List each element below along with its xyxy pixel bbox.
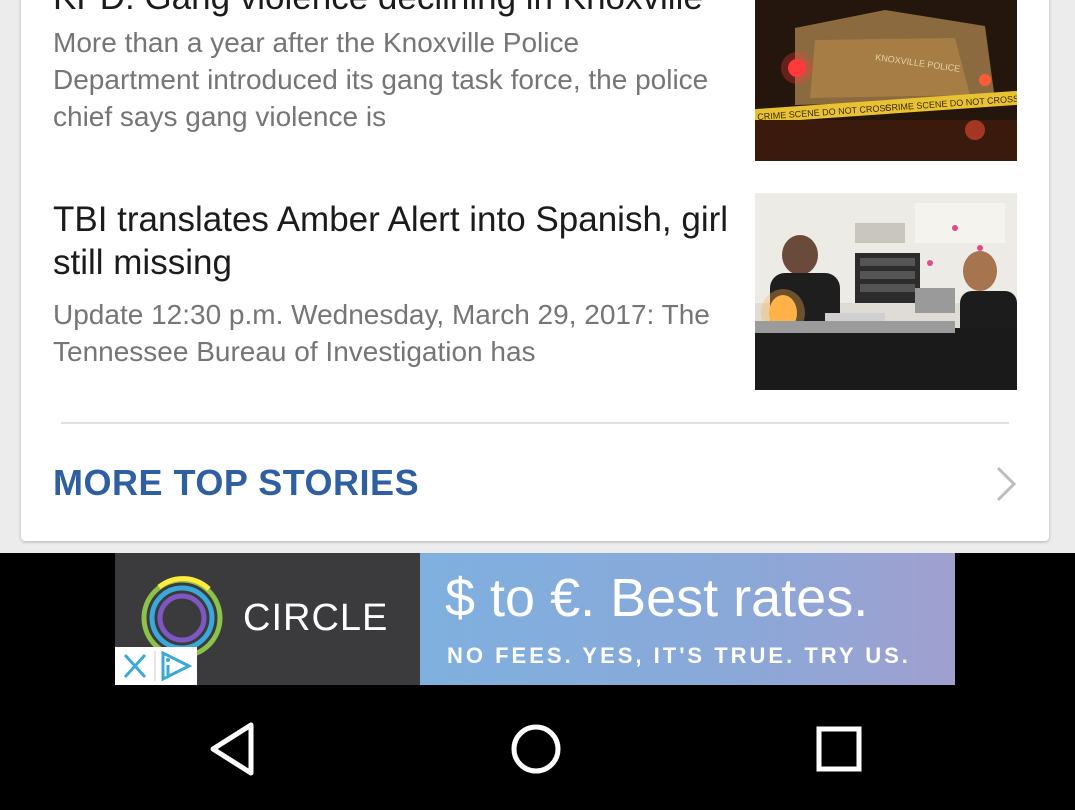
divider bbox=[61, 422, 1009, 424]
ad-subline: NO FEES. YES, IT'S TRUE. TRY US. bbox=[447, 643, 911, 668]
story-title[interactable]: KPD: Gang violence declining in Knoxvill… bbox=[53, 0, 743, 19]
ad-controls bbox=[115, 647, 197, 685]
back-icon[interactable] bbox=[205, 719, 265, 779]
story-summary: Update 12:30 p.m. Wednesday, March 29, 2… bbox=[53, 299, 710, 367]
story-thumbnail[interactable] bbox=[755, 193, 1017, 390]
story-summary: More than a year after the Knoxville Pol… bbox=[53, 27, 709, 132]
ad-message-panel[interactable]: $ to €. Best rates. NO FEES. YES, IT'S T… bbox=[420, 553, 955, 685]
ad-brand-name: CIRCLE bbox=[243, 597, 389, 639]
more-top-stories-row[interactable]: MORE TOP STORIES bbox=[21, 442, 1049, 522]
ad-banner[interactable]: CIRCLE $ to €. Best rates. NO FEES. YES,… bbox=[115, 553, 955, 685]
ad-brand-panel[interactable]: CIRCLE bbox=[115, 553, 420, 685]
chevron-right-icon[interactable] bbox=[993, 464, 1019, 504]
recents-icon[interactable] bbox=[809, 719, 869, 779]
top-stories-card: KPD: Gang violence declining in Knoxvill… bbox=[21, 0, 1049, 541]
story-thumbnail[interactable]: KNOXVILLE POLICE CRIME SCENE DO NOT CROS… bbox=[755, 0, 1017, 161]
ad-banner-area: CIRCLE $ to €. Best rates. NO FEES. YES,… bbox=[0, 553, 1075, 685]
news-feed-screen: KPD: Gang violence declining in Knoxvill… bbox=[0, 0, 1075, 810]
home-icon[interactable] bbox=[506, 719, 566, 779]
more-top-stories-label[interactable]: MORE TOP STORIES bbox=[53, 462, 419, 504]
story-title[interactable]: TBI translates Amber Alert into Spanish,… bbox=[53, 198, 733, 284]
office-photo-image bbox=[755, 193, 1017, 390]
crime-scene-image: KNOXVILLE POLICE CRIME SCENE DO NOT CROS… bbox=[755, 0, 1017, 161]
system-navigation-bar bbox=[0, 685, 1075, 810]
ad-headline: $ to €. Best rates. bbox=[445, 568, 869, 628]
